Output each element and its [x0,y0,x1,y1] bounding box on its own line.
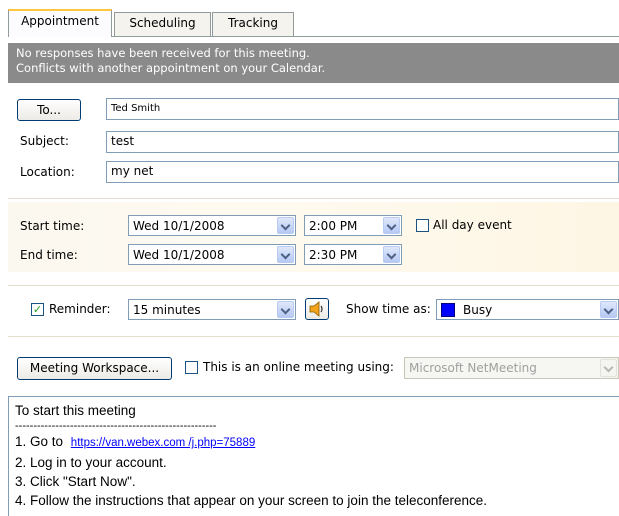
separator [8,198,619,199]
notes-body[interactable]: To start this meeting ------------------… [8,396,619,516]
end-time-select[interactable]: 2:30 PM [304,244,402,265]
separator [8,336,619,337]
notes-step-4: 4. Follow the instructions that appear o… [15,493,488,508]
end-time-value: 2:30 PM [309,248,358,262]
end-date-select[interactable]: Wed 10/1/2008 [128,244,296,265]
reminder-sound-button[interactable] [305,298,329,320]
webex-link[interactable]: https://van.webex.com /j.php=75889 [71,437,255,449]
reminder-checkbox[interactable]: ✓ [31,303,44,316]
start-date-select[interactable]: Wed 10/1/2008 [128,215,296,236]
speaker-icon [309,301,323,317]
separator [8,285,619,286]
chevron-down-icon[interactable] [383,246,400,263]
online-meeting-select[interactable]: Microsoft NetMeeting [404,357,619,379]
subject-label: Subject: [20,134,69,148]
to-field[interactable]: Ted Smith [106,98,619,120]
show-time-value: Busy [463,303,493,317]
start-time-select[interactable]: 2:00 PM [304,215,402,236]
subject-field[interactable]: test [106,131,619,153]
end-time-label: End time: [20,248,78,262]
info-bar: No responses have been received for this… [8,43,619,83]
tab-strip: Appointment Scheduling Tracking [0,0,619,37]
info-conflict: Conflicts with another appointment on yo… [16,61,326,75]
tab-appointment[interactable]: Appointment [8,9,112,37]
show-time-select[interactable]: Busy [436,299,619,320]
reminder-select[interactable]: 15 minutes [128,299,296,320]
notes-line: To start this meeting [15,403,136,418]
start-date-value: Wed 10/1/2008 [133,219,225,233]
location-field[interactable]: my net [106,161,619,183]
chevron-down-icon[interactable] [277,301,294,318]
online-meeting-label: This is an online meeting using: [203,360,394,374]
meeting-workspace-button[interactable]: Meeting Workspace... [17,357,172,380]
end-date-value: Wed 10/1/2008 [133,248,225,262]
notes-dashes: ----------------------------------------… [15,420,217,432]
tab-tracking[interactable]: Tracking [212,12,294,36]
notes-step-1: 1. Go to https://van.webex.com /j.php=75… [15,432,619,453]
start-time-value: 2:00 PM [309,219,358,233]
info-no-responses: No responses have been received for this… [16,46,310,60]
chevron-down-icon[interactable] [277,217,294,234]
online-meeting-value: Microsoft NetMeeting [409,361,537,375]
start-time-label: Start time: [20,219,85,233]
chevron-down-icon[interactable] [600,301,617,318]
chevron-down-icon[interactable] [600,359,617,377]
notes-step-1-prefix: 1. Go to [15,434,64,449]
location-label: Location: [20,165,75,179]
all-day-checkbox[interactable] [416,219,429,232]
all-day-label: All day event [433,218,512,232]
tab-scheduling[interactable]: Scheduling [114,12,211,36]
reminder-label: Reminder: [49,302,111,316]
show-time-label: Show time as: [346,302,431,316]
online-meeting-checkbox[interactable] [185,361,198,374]
notes-step-3: 3. Click "Start Now". [15,474,136,489]
busy-color-swatch [441,303,455,317]
reminder-value: 15 minutes [133,303,201,317]
chevron-down-icon[interactable] [277,246,294,263]
chevron-down-icon[interactable] [383,217,400,234]
notes-step-2: 2. Log in to your account. [15,455,167,470]
to-button[interactable]: To... [17,99,81,121]
